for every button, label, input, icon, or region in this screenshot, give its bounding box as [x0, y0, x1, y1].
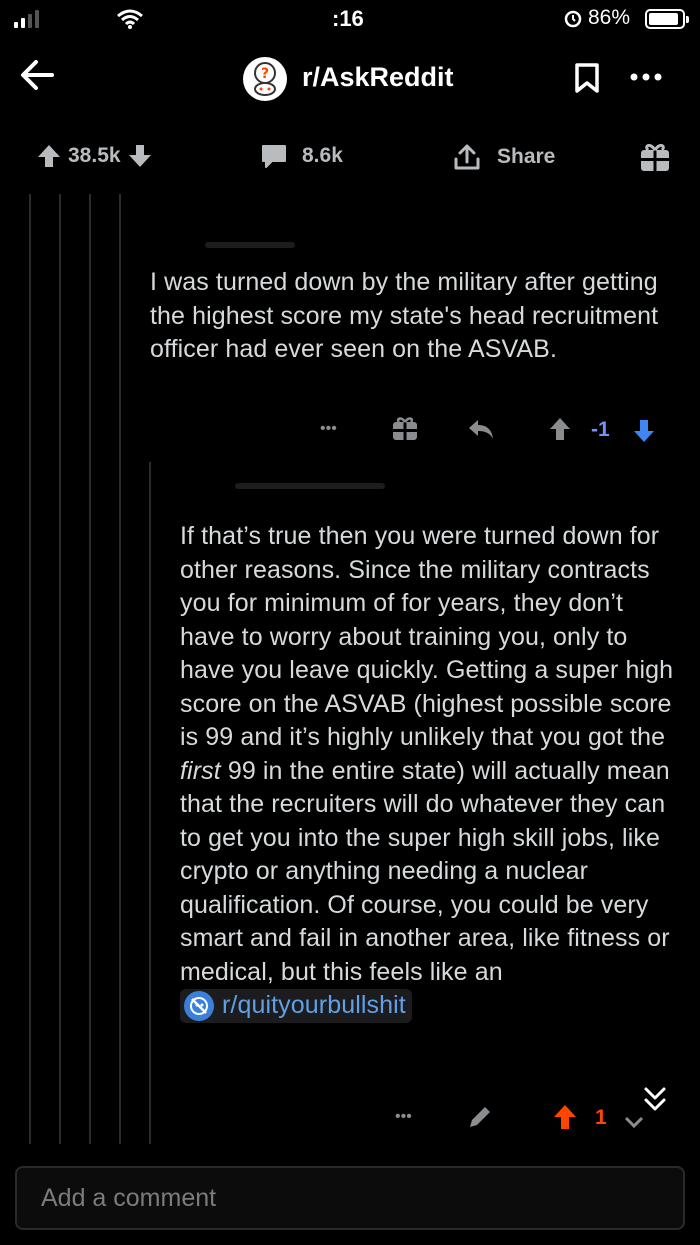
award-gift-icon[interactable]	[391, 414, 419, 442]
share-icon	[454, 144, 480, 170]
status-bar: :16 86%	[0, 0, 700, 40]
thread-line	[119, 194, 121, 1144]
more-options-icon[interactable]	[628, 66, 664, 88]
comment-score: -1	[591, 418, 610, 441]
subreddit-link-text[interactable]: r/quityourbullshit	[222, 989, 406, 1023]
comments-count-button[interactable]: 8.6k	[260, 143, 343, 169]
edit-pencil-icon[interactable]	[466, 1103, 494, 1131]
upvote-arrow-icon[interactable]	[552, 1103, 578, 1131]
share-label: Share	[497, 145, 556, 168]
reply-comment-body: If that’s true then you were turned down…	[180, 520, 680, 1026]
subreddit-badge-icon	[184, 990, 214, 1021]
subreddit-name[interactable]: r/AskReddit	[302, 62, 454, 93]
askreddit-logo-icon: ?	[254, 62, 276, 96]
downvote-arrow-icon[interactable]	[632, 418, 656, 444]
alarm-icon	[564, 10, 582, 28]
comment-score: 1	[595, 1106, 607, 1129]
add-comment-input[interactable]: Add a comment	[15, 1166, 685, 1230]
collapse-thread-icon[interactable]	[642, 1084, 668, 1116]
comment-more-options[interactable]: •••	[320, 420, 337, 438]
add-comment-placeholder: Add a comment	[41, 1184, 217, 1212]
thread-line	[59, 194, 61, 1144]
battery-icon	[645, 9, 689, 29]
upvote-arrow-icon[interactable]	[36, 143, 62, 169]
battery-percent: 86%	[588, 6, 631, 29]
wifi-icon	[117, 9, 143, 29]
bookmark-icon[interactable]	[574, 62, 600, 94]
back-arrow-icon[interactable]	[18, 56, 56, 94]
award-gift-icon[interactable]	[638, 140, 672, 174]
comment-bubble-icon	[262, 145, 286, 168]
reply-text-part: 99 in the entire state) will actually me…	[180, 756, 670, 986]
signal-icon	[14, 10, 39, 28]
share-button[interactable]: Share	[453, 143, 555, 171]
thread-line	[89, 194, 91, 1144]
username-redacted	[205, 242, 295, 248]
reply-text-emphasis: first	[180, 756, 221, 785]
comment-body: I was turned down by the military after …	[150, 268, 659, 363]
svg-text:?: ?	[261, 66, 269, 82]
username-redacted	[235, 483, 385, 489]
post-vote-group: 38.5k	[36, 143, 153, 169]
subreddit-link[interactable]: r/quityourbullshit	[180, 989, 412, 1023]
upvote-arrow-icon[interactable]	[548, 416, 572, 442]
comment-more-options[interactable]: •••	[395, 1108, 412, 1126]
clock-time: :16	[332, 6, 364, 31]
downvote-arrow-icon[interactable]	[127, 143, 153, 169]
reply-icon[interactable]	[466, 416, 496, 442]
thread-line	[149, 462, 151, 1144]
thread-line	[29, 194, 31, 1144]
reply-text-part: If that’s true then you were turned down…	[180, 522, 674, 751]
comments-count: 8.6k	[302, 144, 343, 167]
post-score: 38.5k	[68, 144, 121, 167]
subreddit-avatar[interactable]: ?	[243, 57, 287, 101]
